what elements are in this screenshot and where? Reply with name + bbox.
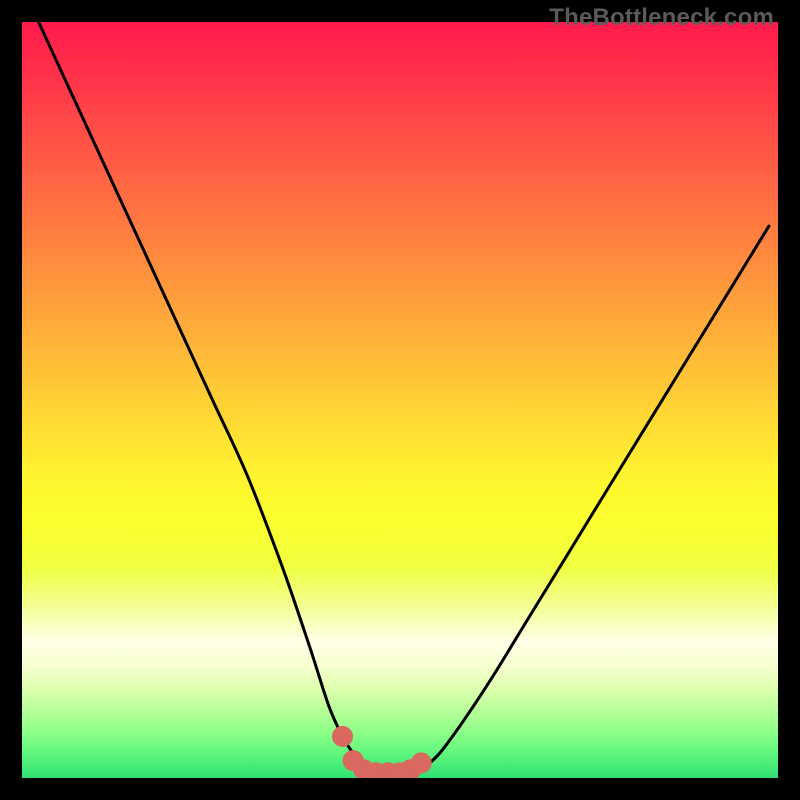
chart-frame: TheBottleneck.com — [0, 0, 800, 800]
marker-dot — [411, 753, 431, 773]
flat-region-markers — [333, 726, 432, 778]
marker-dot — [333, 726, 353, 746]
chart-svg — [22, 22, 778, 778]
plot-area — [22, 22, 778, 778]
bottleneck-curve — [39, 22, 769, 773]
watermark-text: TheBottleneck.com — [549, 4, 774, 32]
